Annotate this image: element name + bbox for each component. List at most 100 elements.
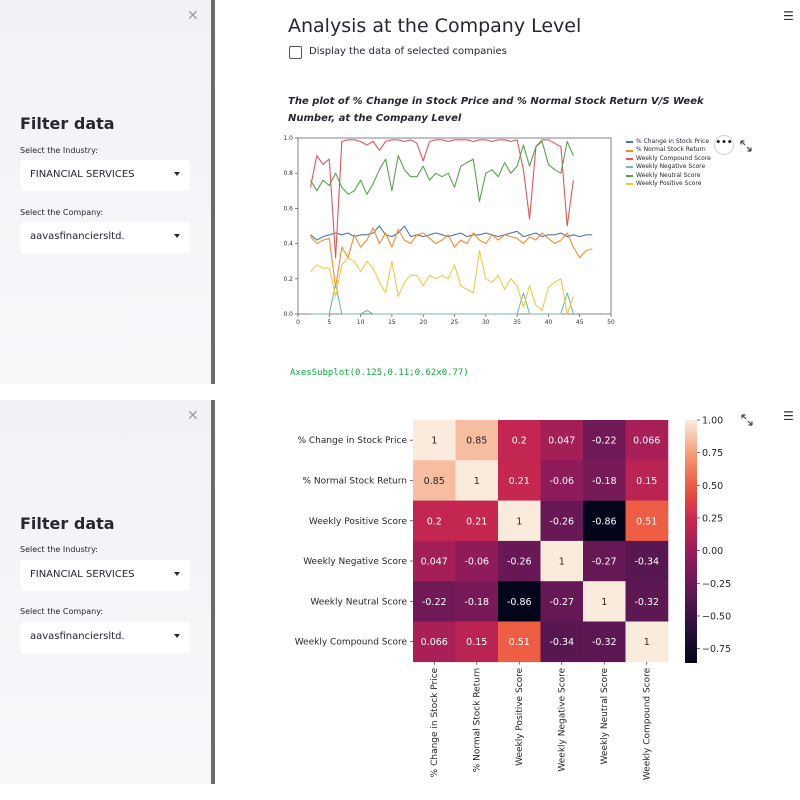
heatmap-cell-label: 0.85 [466,436,487,447]
heatmap-cell-label: 0.2 [427,516,442,527]
legend-item: Weekly Neutral Score [626,172,711,180]
row-label: % Normal Stock Return [303,476,407,486]
x-tick-label: 0 [296,319,300,326]
screen-bottom: ✕ Filter data Select the Industry: FINAN… [0,400,800,800]
legend-swatch [626,158,633,161]
x-tick-label: 10 [357,319,365,326]
chart-legend: % Change in Stock Price% Normal Stock Re… [626,138,711,188]
heatmap-cell-label: 0.2 [512,436,527,447]
y-tick-label: 1.0 [283,135,293,142]
heatmap-cell-label: 0.51 [636,516,657,527]
colorbar-tick-label: −0.25 [702,579,731,590]
heatmap-cell-label: 0.15 [636,476,657,487]
column-label: Weekly Positive Score [515,667,525,766]
legend-item: % Change in Stock Price [626,138,711,146]
more-options-button[interactable]: ••• [714,135,734,155]
colorbar-tick-label: −0.50 [702,611,731,622]
x-tick-label: 45 [576,319,584,326]
series-line-0 [310,225,593,241]
column-label: % Normal Stock Return [473,668,483,772]
column-label: Weekly Negative Score [558,667,568,771]
heatmap-cell-label: -0.86 [592,516,617,527]
row-label: Weekly Neutral Score [310,597,407,607]
column-label: Weekly Compound Score [643,667,653,780]
heatmap-cell-label: 1 [644,637,650,648]
heatmap-cell-label: 1 [516,516,522,527]
heatmap-cell-label: -0.22 [422,597,447,608]
heatmap-cell-label: 1 [601,597,607,608]
row-label: % Change in Stock Price [297,436,407,446]
heatmap-cell-label: -0.27 [592,557,617,568]
line-chart: 0.0 0.2 0.4 0.6 0.8 1.0 0 5 10 15 20 25 30 35 40 45 50 [283,135,615,326]
row-label: Weekly Positive Score [309,517,408,527]
y-tick-label: 0.0 [283,311,293,318]
legend-label: Weekly Positive Score [636,180,702,188]
colorbar [685,420,697,663]
heatmap-cell-label: 0.21 [509,476,530,487]
heatmap-cell-label: 0.15 [466,637,487,648]
heatmap-cell-label: -0.18 [464,597,489,608]
legend-item: Weekly Negative Score [626,163,711,171]
expand-icon[interactable] [740,140,752,152]
legend-swatch [626,166,633,169]
heatmap-cell-label: -0.26 [549,516,574,527]
screen-top: ✕ Filter data Select the Industry: FINAN… [0,0,800,400]
x-tick-label: 35 [513,319,521,326]
plot-axes-frame [297,137,612,315]
heatmap-cell-label: 0.21 [466,516,487,527]
heatmap-cell-label: -0.06 [549,476,574,487]
legend-label: % Change in Stock Price [636,138,710,145]
heatmap-cell-label: 0.066 [421,637,448,648]
heatmap-cell-label: -0.06 [464,557,489,568]
heatmap-cell-label: -0.32 [592,637,617,648]
x-tick-label: 50 [607,319,615,326]
heatmap-cell-label: 0.047 [421,557,448,568]
x-tick-label: 15 [388,319,396,326]
x-tick-label: 25 [451,319,459,326]
correlation-heatmap: 1 0.85 0.2 0.047 -0.22 0.0660.85 1 0.21 -0.06 -0.… [295,416,731,781]
heatmap-cell-label: 1 [431,436,437,447]
heatmap-cell-label: -0.22 [592,436,617,447]
heatmap-cell-label: 0.85 [424,476,445,487]
colorbar-tick-label: 0.00 [702,546,723,557]
legend-swatch [626,174,633,177]
legend-item: Weekly Compound Score [626,155,711,163]
axes-repr-output: AxesSubplot(0.125,0.11;0.62x0.77) [290,368,469,378]
column-label: % Change in Stock Price [430,667,440,777]
legend-item: % Normal Stock Return [626,146,711,154]
x-tick-label: 5 [327,319,331,326]
x-tick-label: 30 [482,319,490,326]
heatmap-cell-label: -0.27 [549,597,574,608]
colorbar-tick-label: 1.00 [702,416,723,427]
column-label: Weekly Neutral Score [600,667,610,764]
colorbar-tick-label: 0.50 [702,481,723,492]
row-label: Weekly Negative Score [303,557,407,567]
x-tick-label: 20 [419,319,427,326]
heatmap-cell-label: 0.066 [633,436,660,447]
heatmap-cell-label: -0.32 [634,597,659,608]
y-tick-label: 0.4 [283,241,293,248]
y-tick-label: 0.8 [283,170,293,177]
legend-swatch [626,149,633,152]
colorbar-tick-label: 0.75 [702,448,723,459]
colorbar-tick-label: 0.25 [702,513,723,524]
x-tick-label: 40 [545,319,553,326]
row-label: Weekly Compound Score [295,638,408,648]
legend-swatch [626,141,633,144]
series-line-1 [310,227,593,289]
heatmap-cell-label: -0.34 [634,557,659,568]
heatmap-cell-label: -0.86 [507,597,532,608]
legend-item: Weekly Positive Score [626,180,711,188]
legend-label: Weekly Neutral Score [636,171,701,179]
colorbar-tick-label: −0.75 [702,644,731,655]
series-line-5 [310,250,574,315]
y-tick-label: 0.6 [283,205,293,212]
heatmap-cell-label: -0.34 [549,637,574,648]
heatmap-cell-label: 1 [474,476,480,487]
heatmap-cell-label: 0.51 [509,637,530,648]
heatmap-cell-label: 0.047 [548,436,575,447]
legend-swatch [626,183,633,186]
heatmap-cell-label: 1 [559,557,565,568]
heatmap-cell-label: -0.26 [507,557,532,568]
legend-label: Weekly Negative Score [636,163,706,171]
